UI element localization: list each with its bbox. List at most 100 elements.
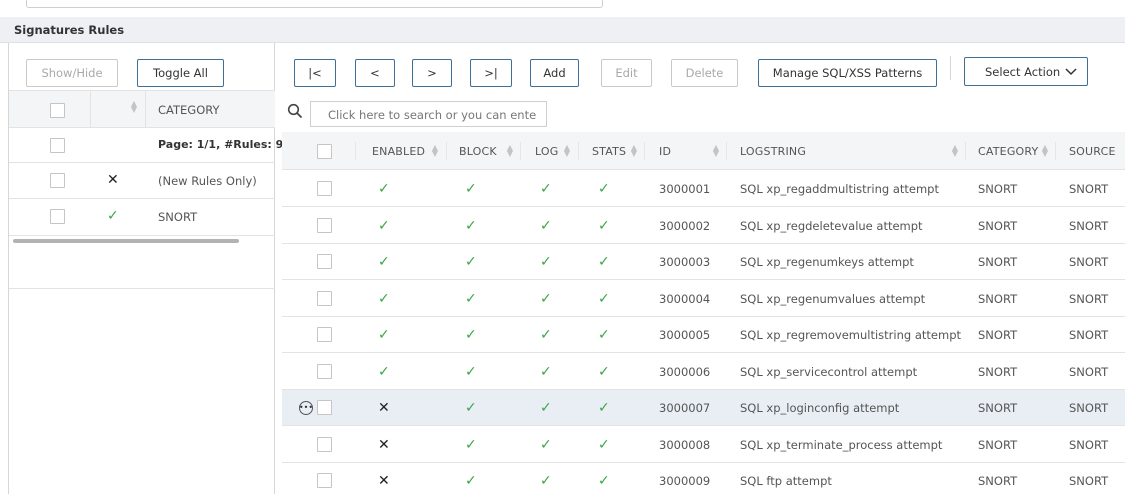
show-hide-button[interactable]: Show/Hide [26,59,118,87]
rule-category: SNORT [978,401,1018,415]
more-options-icon[interactable]: ••• [299,401,313,415]
column-header-logstring[interactable]: LOGSTRING [740,132,806,170]
column-header-stats[interactable]: STATS [592,132,626,170]
checkmark-icon: ✓ [378,218,390,234]
row-checkbox[interactable] [50,209,65,224]
toolbar-divider [950,56,951,80]
sort-icon[interactable]: ▲ ▼ [712,144,720,158]
column-header-id[interactable]: ID [659,132,671,170]
manage-patterns-button[interactable]: Manage SQL/XSS Patterns [758,59,937,87]
column-header-source[interactable]: SOURCE [1069,132,1116,170]
checkmark-icon: ✓ [378,327,390,343]
row-checkbox[interactable] [317,181,332,196]
checkmark-icon: ✓ [598,254,610,270]
checkmark-icon: ✓ [107,208,119,224]
checkmark-icon: ✓ [540,327,552,343]
row-checkbox[interactable] [317,327,332,342]
column-divider [446,142,447,160]
horizontal-scrollbar-thumb[interactable] [13,239,239,243]
sort-icon[interactable]: ▲ ▼ [130,100,138,114]
row-checkbox[interactable] [317,400,332,415]
search-icon[interactable] [287,103,303,119]
rule-category: SNORT [978,328,1018,342]
checkmark-icon: ✓ [465,400,477,416]
sort-icon[interactable]: ▲ ▼ [630,144,638,158]
rule-logstring: SQL xp_terminate_process attempt [740,438,943,452]
column-header-enabled[interactable]: ENABLED [372,132,425,170]
checkmark-icon: ✓ [540,218,552,234]
checkmark-icon: ✓ [465,364,477,380]
sort-icon[interactable]: ▲ ▼ [506,144,514,158]
rule-id: 3000001 [659,182,711,196]
checkmark-icon: ✓ [465,327,477,343]
column-divider [644,142,645,160]
table-row[interactable]: ✕ ✓ ✓ ✓ 3000008 SQL xp_terminate_process atte… [282,427,1125,463]
checkmark-icon: ✓ [540,291,552,307]
sort-icon[interactable]: ▲ ▼ [563,144,571,158]
checkmark-icon: ✓ [378,291,390,307]
column-divider [578,142,579,160]
rule-source: SNORT [1069,255,1109,269]
edit-button[interactable]: Edit [601,59,652,87]
table-row[interactable]: ✓ ✓ ✓ ✓ 3000003 SQL xp_regenumkeys attempt SNO… [282,244,1125,280]
column-divider [965,142,966,160]
next-page-button[interactable]: > [412,59,452,87]
chevron-down-icon [1065,68,1077,76]
row-checkbox[interactable] [317,364,332,379]
category-header-row: ▲ ▼ CATEGORY [9,91,275,128]
rule-logstring: SQL xp_regenumkeys attempt [740,255,914,269]
table-row[interactable]: ✕ ✓ ✓ ✓ 3000009 SQL ftp attempt SNORT SNORT [282,463,1125,494]
row-checkbox[interactable] [317,254,332,269]
checkmark-icon: ✓ [598,291,610,307]
rule-source: SNORT [1069,328,1109,342]
table-row[interactable]: ✓ ✓ ✓ ✓ 3000006 SQL xp_servicecontrol attempt… [282,354,1125,390]
table-row[interactable]: ✓ ✓ ✓ ✓ 3000002 SQL xp_regdeletevalue attempt… [282,208,1125,244]
rule-logstring: SQL xp_regremovemultistring attempt [740,328,961,342]
delete-button[interactable]: Delete [671,59,738,87]
top-strip [0,0,1125,14]
checkmark-icon: ✓ [540,181,552,197]
category-row-snort[interactable]: ✓ SNORT [9,199,275,236]
row-checkbox[interactable] [317,218,332,233]
rules-panel: |< < > >| Add Edit Delete Manage SQL/XSS… [276,43,1125,494]
toggle-all-button[interactable]: Toggle All [137,59,224,87]
checkmark-icon: ✓ [378,364,390,380]
category-row-new-rules[interactable]: ✕ (New Rules Only) [9,163,275,199]
row-checkbox[interactable] [50,173,65,188]
rule-logstring: SQL xp_servicecontrol attempt [740,365,918,379]
rule-source: SNORT [1069,474,1109,488]
last-page-button[interactable]: >| [470,59,512,87]
first-page-button[interactable]: |< [294,59,336,87]
column-header-block[interactable]: BLOCK [459,132,497,170]
select-all-checkbox[interactable] [50,103,65,118]
rule-logstring: SQL xp_regenumvalues attempt [740,292,926,306]
rule-id: 3000009 [659,474,711,488]
horizontal-scrollbar-track[interactable] [9,281,275,289]
table-row[interactable]: ✓ ✓ ✓ ✓ 3000004 SQL xp_regenumvalues attempt S… [282,281,1125,317]
row-checkbox[interactable] [317,473,332,488]
table-row[interactable]: ✓ ✓ ✓ ✓ 3000001 SQL xp_regaddmultistring atte… [282,171,1125,207]
category-panel: Show/Hide Toggle All ▲ ▼ CATEGORY Page: 1… [9,43,283,494]
rule-logstring: SQL xp_regaddmultistring attempt [740,182,939,196]
row-checkbox[interactable] [317,437,332,452]
cross-icon: ✕ [378,400,390,416]
column-header-category[interactable]: CATEGORY [978,132,1038,170]
top-input-field[interactable] [26,0,603,8]
previous-page-button[interactable]: < [355,59,395,87]
category-column-header[interactable]: CATEGORY [158,103,220,117]
column-header-log[interactable]: LOG [535,132,559,170]
rule-source: SNORT [1069,182,1109,196]
table-row[interactable]: ✓ ✓ ✓ ✓ 3000005 SQL xp_regremovemultistring a… [282,317,1125,353]
row-checkbox[interactable] [317,291,332,306]
sort-icon[interactable]: ▲ ▼ [431,144,439,158]
sort-icon[interactable]: ▲ ▼ [1041,144,1049,158]
checkmark-icon: ✓ [465,218,477,234]
select-all-rules-checkbox[interactable] [317,144,332,159]
column-divider [355,142,356,160]
search-input[interactable]: Click here to search or you can ente [310,101,547,127]
sort-icon[interactable]: ▲ ▼ [951,144,959,158]
add-button[interactable]: Add [530,59,579,87]
row-checkbox[interactable] [50,138,65,153]
table-row[interactable]: ••• ✕ ✓ ✓ ✓ 3000007 SQL xp_loginconfig attempt… [282,390,1125,426]
select-action-dropdown[interactable]: Select Action [964,57,1088,86]
